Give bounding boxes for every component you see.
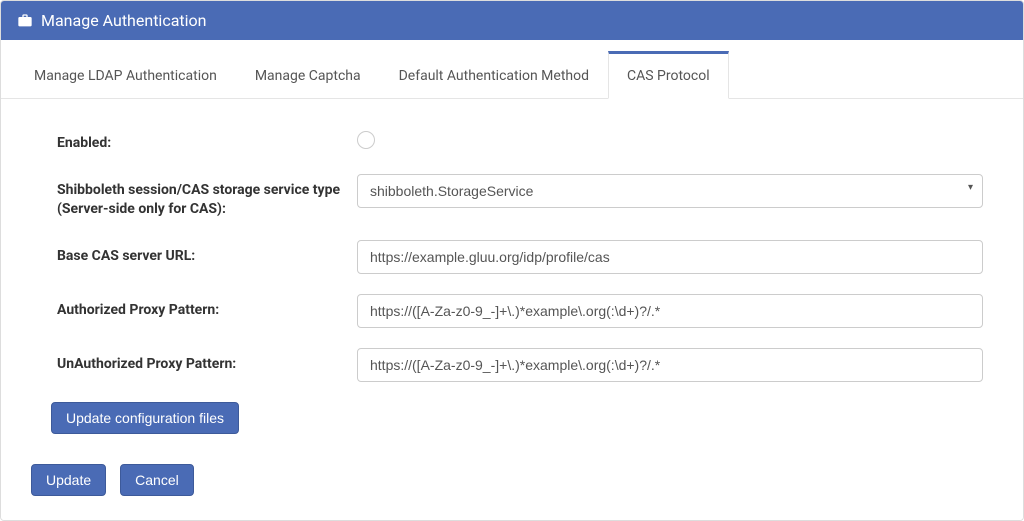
tab-label: Default Authentication Method xyxy=(399,68,589,84)
update-button[interactable]: Update xyxy=(31,464,106,496)
control-enabled xyxy=(357,127,983,153)
tab-manage-captcha[interactable]: Manage Captcha xyxy=(236,51,380,99)
label-auth-proxy: Authorized Proxy Pattern: xyxy=(57,294,357,321)
control-base-url xyxy=(357,240,983,274)
panel-body: Manage LDAP Authentication Manage Captch… xyxy=(1,50,1023,520)
footer-buttons: Update Cancel xyxy=(1,454,1023,520)
enabled-radio[interactable] xyxy=(357,131,375,149)
authorized-proxy-input[interactable] xyxy=(357,294,983,328)
briefcase-icon xyxy=(17,13,33,29)
tab-label: Manage Captcha xyxy=(255,68,361,84)
control-unauth-proxy xyxy=(357,348,983,382)
row-update-config: Update configuration files xyxy=(51,402,983,434)
control-storage: shibboleth.StorageService xyxy=(357,174,983,208)
tab-default-auth-method[interactable]: Default Authentication Method xyxy=(380,51,608,99)
row-unauth-proxy: UnAuthorized Proxy Pattern: xyxy=(57,348,983,382)
unauthorized-proxy-input[interactable] xyxy=(357,348,983,382)
form-area: Enabled: Shibboleth session/CAS storage … xyxy=(1,99,1023,454)
tabs: Manage LDAP Authentication Manage Captch… xyxy=(1,50,1023,99)
label-unauth-proxy: UnAuthorized Proxy Pattern: xyxy=(57,348,357,375)
storage-service-select[interactable]: shibboleth.StorageService xyxy=(357,174,983,208)
label-enabled: Enabled: xyxy=(57,127,357,154)
base-cas-url-input[interactable] xyxy=(357,240,983,274)
row-storage: Shibboleth session/CAS storage service t… xyxy=(57,174,983,220)
button-label: Update xyxy=(46,472,91,488)
tab-label: CAS Protocol xyxy=(627,68,710,84)
row-enabled: Enabled: xyxy=(57,127,983,154)
control-auth-proxy xyxy=(357,294,983,328)
tab-label: Manage LDAP Authentication xyxy=(34,68,217,84)
row-auth-proxy: Authorized Proxy Pattern: xyxy=(57,294,983,328)
panel-title: Manage Authentication xyxy=(41,11,206,30)
update-config-button[interactable]: Update configuration files xyxy=(51,402,239,434)
button-label: Cancel xyxy=(135,472,179,488)
label-base-url: Base CAS server URL: xyxy=(57,240,357,267)
authentication-panel: Manage Authentication Manage LDAP Authen… xyxy=(0,0,1024,521)
label-storage: Shibboleth session/CAS storage service t… xyxy=(57,174,357,220)
tab-cas-protocol[interactable]: CAS Protocol xyxy=(608,51,729,99)
cancel-button[interactable]: Cancel xyxy=(120,464,194,496)
button-label: Update configuration files xyxy=(66,410,224,426)
row-base-url: Base CAS server URL: xyxy=(57,240,983,274)
tab-manage-ldap[interactable]: Manage LDAP Authentication xyxy=(15,51,236,99)
panel-header: Manage Authentication xyxy=(1,1,1023,40)
